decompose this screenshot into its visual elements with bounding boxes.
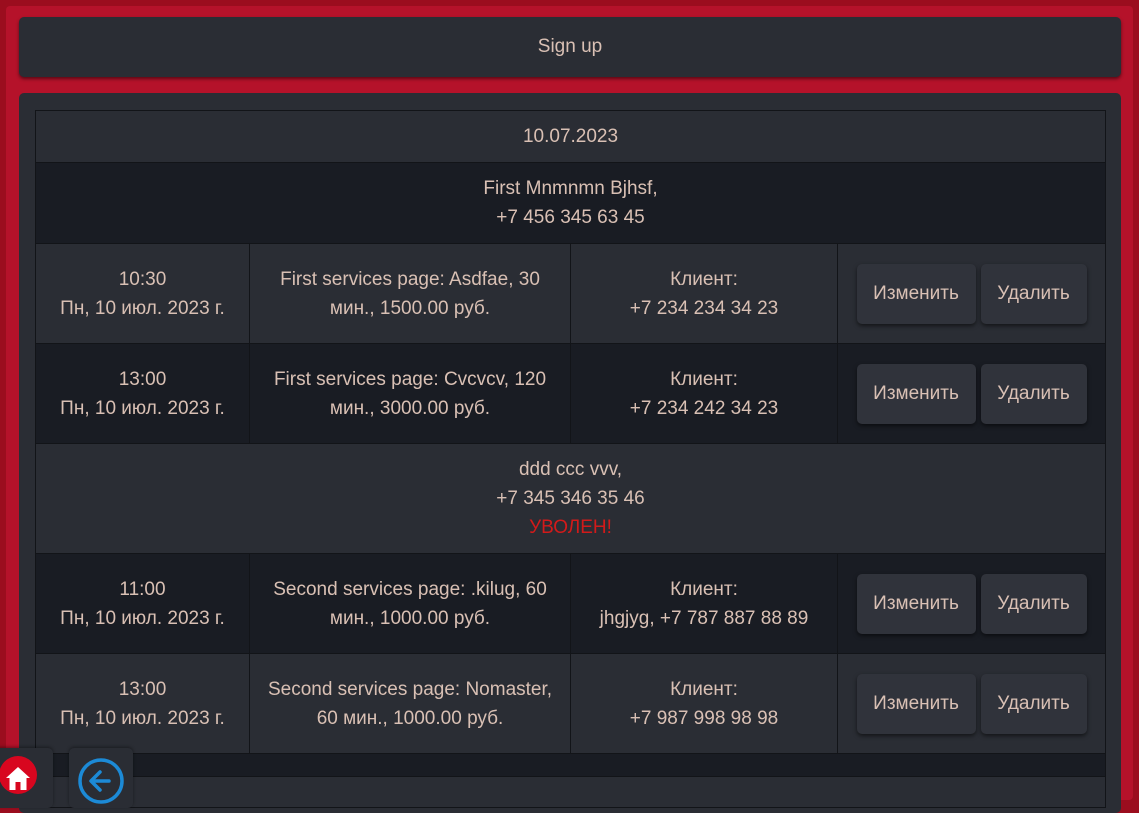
service-line: мин., 3000.00 руб. — [329, 397, 491, 419]
service-line: мин., 1000.00 руб. — [329, 607, 491, 629]
appointment-time-cell: 13:00 Пн, 10 июл. 2023 г. — [35, 653, 250, 754]
edit-button[interactable]: Изменить — [856, 673, 976, 734]
appointment-day: Пн, 10 июл. 2023 г. — [60, 607, 225, 629]
client-label: Клиент: — [670, 368, 738, 390]
arrow-left-icon — [77, 757, 124, 804]
schedule-panel: 10.07.2023 First Mnmnmn Bjhsf, +7 456 34… — [19, 93, 1121, 813]
delete-button[interactable]: Удалить — [980, 263, 1087, 324]
service-line: First services page: Asdfae, 30 — [280, 268, 540, 290]
master-row: First Mnmnmn Bjhsf, +7 456 345 63 45 — [34, 162, 1107, 244]
appointment-client-cell: Клиент: jhgjyg, +7 787 887 88 89 — [570, 553, 838, 654]
client-contact: +7 234 234 34 23 — [629, 297, 779, 319]
appointment-row: 13:00 Пн, 10 июл. 2023 г. Second service… — [35, 653, 1107, 754]
appointment-row: 10:30 Пн, 10 июл. 2023 г. First services… — [35, 243, 1107, 344]
appointment-row: 13:00 Пн, 10 июл. 2023 г. First services… — [35, 343, 1107, 444]
master-phone: +7 456 345 63 45 — [496, 207, 645, 228]
client-contact: jhgjyg, +7 787 887 88 89 — [599, 607, 809, 629]
delete-button[interactable]: Удалить — [980, 673, 1087, 734]
appointment-service-cell: Second services page: Nomaster, 60 мин.,… — [249, 653, 571, 754]
client-label: Клиент: — [670, 678, 738, 700]
appointment-service-cell: First services page: Cvcvcv, 120 мин., 3… — [249, 343, 571, 444]
appointment-time: 11:00 — [119, 578, 166, 600]
master-phone: +7 345 346 35 46 — [496, 488, 645, 509]
appointment-service-cell: Second services page: .kilug, 60 мин., 1… — [249, 553, 571, 654]
appointment-time: 13:00 — [118, 678, 167, 700]
appointment-actions-cell: Изменить Удалить — [836, 343, 1107, 444]
edit-button[interactable]: Изменить — [856, 573, 976, 634]
service-line: мин., 1500.00 руб. — [329, 297, 491, 319]
service-line: 60 мин., 1000.00 руб. — [316, 707, 504, 729]
appointment-client-cell: Клиент: +7 234 242 34 23 — [570, 343, 838, 444]
edit-button[interactable]: Изменить — [856, 363, 976, 424]
master-name: First Mnmnmn Bjhsf, — [483, 178, 658, 199]
home-button[interactable] — [0, 748, 53, 808]
date-row: 10.07.2023 — [34, 110, 1107, 163]
sign-up-button[interactable]: Sign up — [19, 17, 1121, 77]
delete-button[interactable]: Удалить — [980, 573, 1087, 634]
appointment-time-cell: 11:00 Пн, 10 июл. 2023 г. — [35, 553, 250, 654]
appointment-day: Пн, 10 июл. 2023 г. — [60, 397, 225, 419]
service-line: Second services page: .kilug, 60 — [273, 578, 547, 600]
schedule-date: 10.07.2023 — [34, 110, 1107, 163]
appointment-actions-cell: Изменить Удалить — [836, 553, 1107, 654]
appointment-client-cell: Клиент: +7 987 998 98 98 — [570, 653, 838, 754]
edit-button[interactable]: Изменить — [856, 263, 976, 324]
master-status-fired: УВОЛЕН! — [529, 517, 612, 538]
appointment-row: 11:00 Пн, 10 июл. 2023 г. Second service… — [35, 553, 1107, 654]
appointment-time-cell: 10:30 Пн, 10 июл. 2023 г. — [35, 243, 250, 344]
appointment-service-cell: First services page: Asdfae, 30 мин., 15… — [249, 243, 571, 344]
delete-button[interactable]: Удалить — [980, 363, 1087, 424]
appointment-client-cell: Клиент: +7 234 234 34 23 — [570, 243, 838, 344]
master-name: ddd ccc vvv, — [518, 459, 623, 480]
table-spacer — [34, 753, 1107, 777]
appointment-actions-cell: Изменить Удалить — [836, 653, 1107, 754]
client-contact: +7 987 998 98 98 — [629, 707, 779, 729]
service-line: Second services page: Nomaster, — [267, 678, 553, 700]
client-contact: +7 234 242 34 23 — [629, 397, 779, 419]
appointment-time: 13:00 — [118, 368, 167, 390]
service-line: First services page: Cvcvcv, 120 — [273, 368, 547, 390]
home-icon — [0, 756, 37, 794]
next-date-row — [34, 776, 1107, 808]
appointment-actions-cell: Изменить Удалить — [836, 243, 1107, 344]
master-row: ddd ccc vvv, +7 345 346 35 46 УВОЛЕН! — [34, 443, 1107, 554]
back-button[interactable] — [69, 748, 133, 808]
appointment-day: Пн, 10 июл. 2023 г. — [60, 297, 225, 319]
appointment-time-cell: 13:00 Пн, 10 июл. 2023 г. — [35, 343, 250, 444]
appointment-time: 10:30 — [118, 268, 167, 290]
schedule-table: 10.07.2023 First Mnmnmn Bjhsf, +7 456 34… — [34, 110, 1107, 808]
appointment-day: Пн, 10 июл. 2023 г. — [60, 707, 225, 729]
client-label: Клиент: — [670, 578, 738, 600]
client-label: Клиент: — [670, 268, 738, 290]
